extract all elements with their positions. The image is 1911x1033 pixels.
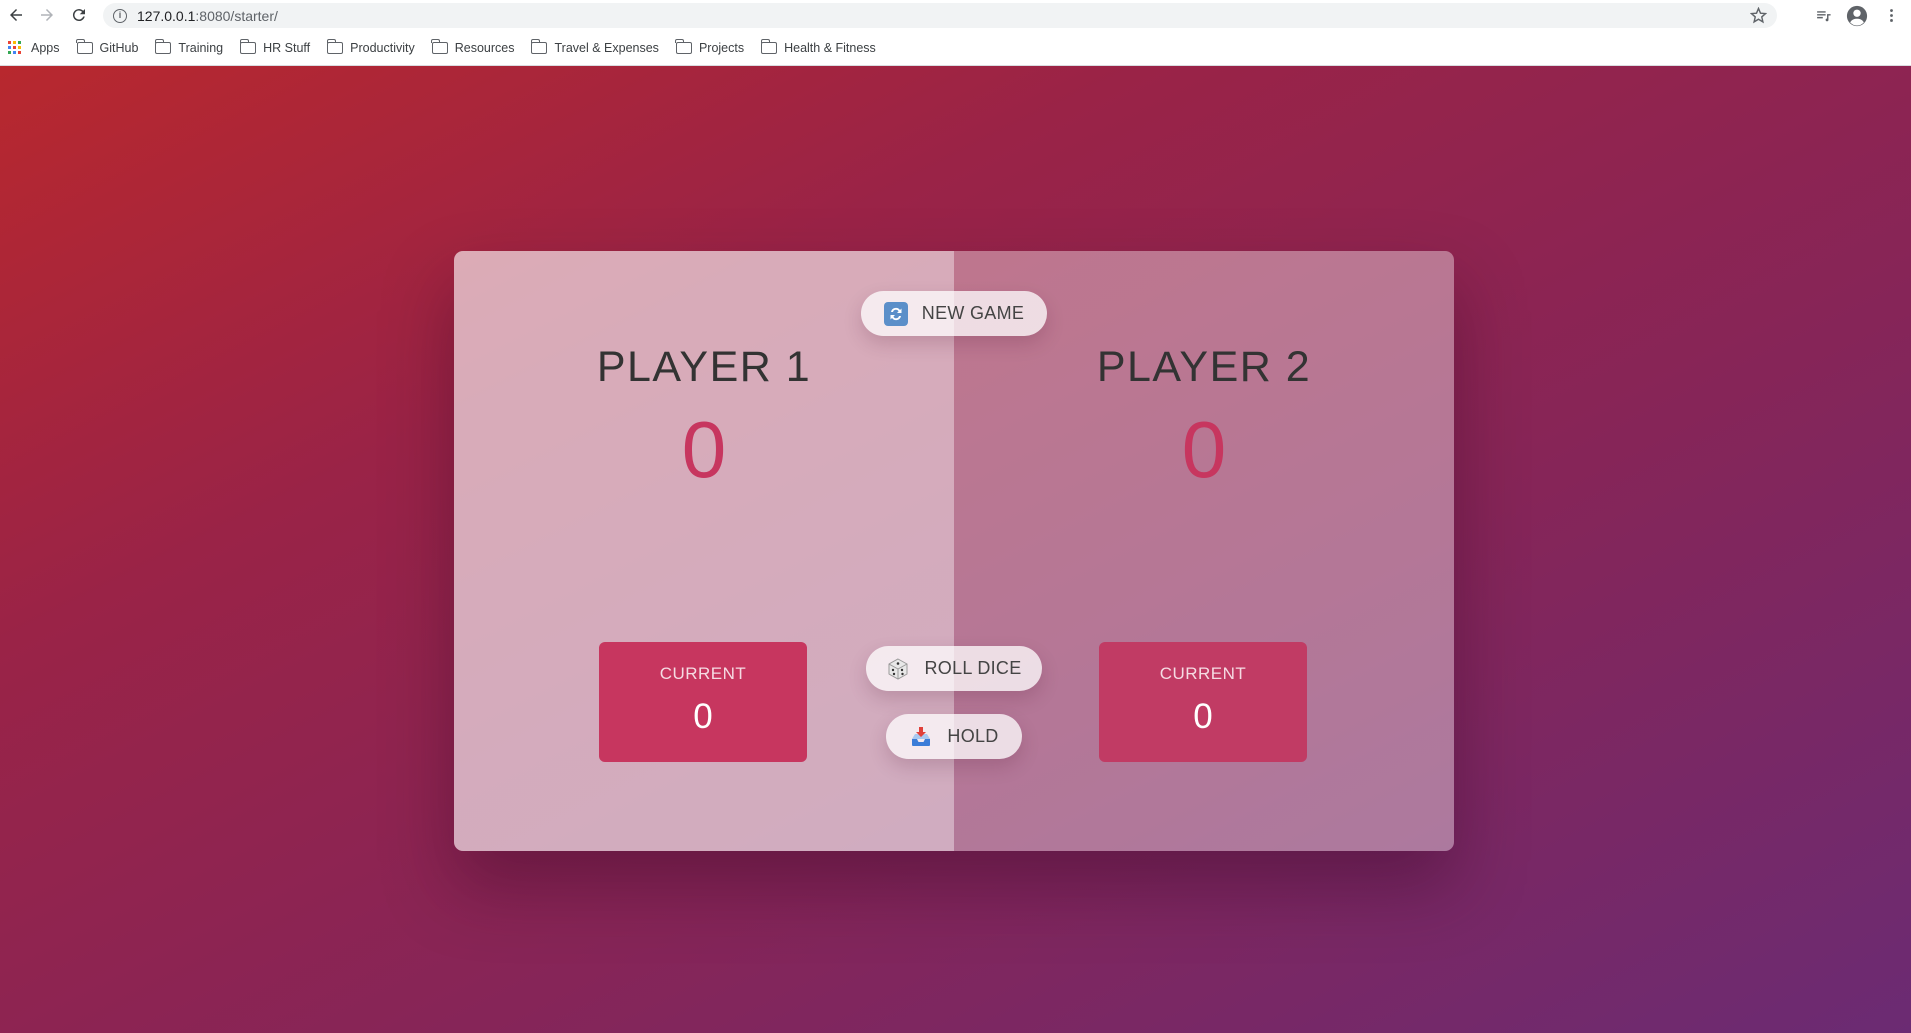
bookmark-travel-expenses[interactable]: Travel & Expenses: [530, 39, 659, 55]
forward-icon[interactable]: [33, 1, 61, 29]
bookmark-productivity[interactable]: Productivity: [326, 39, 415, 55]
folder-icon: [431, 39, 448, 54]
apps-grid-icon: [8, 41, 22, 55]
bookmark-label: Training: [178, 41, 224, 55]
bookmark-label: GitHub: [99, 41, 139, 55]
url-text: 127.0.0.1:8080/starter/: [137, 8, 278, 24]
profile-avatar-icon[interactable]: [1843, 2, 1871, 30]
game-board: PLAYER 1 0 CURRENT 0 PLAYER 2 0 CURRENT …: [454, 251, 1454, 851]
player-2-name: PLAYER 2: [1096, 343, 1312, 391]
roll-dice-label: ROLL DICE: [924, 658, 1022, 678]
inbox-tray-icon: [909, 725, 933, 749]
bookmark-label: Health & Fitness: [784, 41, 876, 55]
bookmark-resources[interactable]: Resources: [431, 39, 515, 55]
refresh-arrows-icon: [883, 301, 908, 326]
bookmark-label: Projects: [698, 41, 745, 55]
bookmark-label: Apps: [31, 41, 60, 55]
player-1-current-label: CURRENT: [659, 664, 747, 683]
bookmark-hr-stuff[interactable]: HR Stuff: [239, 39, 311, 55]
folder-icon: [76, 39, 93, 54]
player-1-score: 0: [681, 405, 727, 494]
folder-icon: [675, 39, 692, 54]
menu-kebab-icon[interactable]: [1877, 2, 1905, 30]
player-1-panel: PLAYER 1 0 CURRENT 0: [454, 251, 954, 851]
folder-icon: [530, 39, 548, 54]
address-bar[interactable]: i 127.0.0.1:8080/starter/: [103, 3, 1777, 28]
player-2-current-score: 0: [1193, 697, 1213, 736]
bookmark-projects[interactable]: Projects: [675, 39, 745, 55]
new-game-label: NEW GAME: [921, 303, 1025, 323]
bookmark-label: Travel & Expenses: [554, 41, 659, 55]
site-info-icon[interactable]: i: [113, 8, 127, 23]
bookmark-label: Resources: [454, 41, 515, 55]
bookmark-star-icon[interactable]: [1750, 7, 1767, 24]
url-host: 127.0.0.1: [137, 7, 196, 24]
player-1-current-score: 0: [693, 697, 713, 736]
reading-list-icon[interactable]: [1809, 2, 1837, 30]
player-1-name: PLAYER 1: [596, 343, 812, 391]
folder-icon: [326, 39, 344, 54]
folder-icon: [760, 39, 778, 54]
bookmark-apps[interactable]: Apps: [8, 41, 60, 55]
dice-icon: [886, 657, 910, 681]
hold-label: HOLD: [947, 726, 999, 746]
url-path: :8080/starter/: [195, 7, 278, 24]
browser-toolbar: i 127.0.0.1:8080/starter/: [0, 0, 1911, 31]
player-2-panel: PLAYER 2 0 CURRENT 0: [954, 251, 1454, 851]
player-2-current-label: CURRENT: [1159, 664, 1247, 683]
bookmarks-bar: Apps GitHub Training HR Stuff Productivi…: [0, 31, 1911, 66]
player-2-score: 0: [1181, 405, 1227, 494]
bookmark-github[interactable]: GitHub: [76, 39, 139, 55]
folder-icon: [239, 39, 257, 54]
bookmark-label: Productivity: [350, 41, 415, 55]
toolbar-right: [1809, 0, 1911, 31]
bookmark-health-fitness[interactable]: Health & Fitness: [760, 39, 876, 55]
reload-icon[interactable]: [65, 1, 93, 29]
player-2-current-box: CURRENT 0: [1099, 642, 1307, 762]
player-1-current-box: CURRENT 0: [599, 642, 807, 762]
new-game-button[interactable]: NEW GAME: [861, 291, 1047, 336]
roll-dice-button[interactable]: ROLL DICE: [866, 646, 1042, 691]
bookmark-label: HR Stuff: [263, 41, 311, 55]
folder-icon: [154, 39, 172, 54]
back-icon[interactable]: [2, 1, 30, 29]
bookmark-training[interactable]: Training: [154, 39, 224, 55]
page-background: PLAYER 1 0 CURRENT 0 PLAYER 2 0 CURRENT …: [0, 66, 1911, 1033]
hold-button[interactable]: HOLD: [886, 714, 1022, 759]
